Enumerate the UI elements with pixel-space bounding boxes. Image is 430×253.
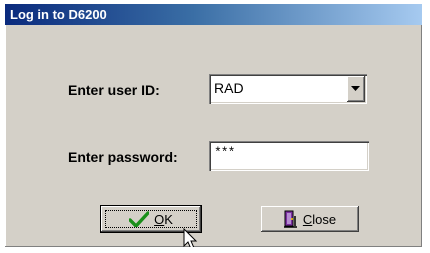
close-button-label: Close [302, 211, 337, 227]
user-id-value: RAD [214, 80, 244, 96]
password-value: *** [214, 145, 235, 160]
checkmark-icon [129, 211, 150, 227]
title-bar[interactable]: Log in to D6200 [5, 4, 422, 25]
user-id-dropdown-button[interactable] [347, 76, 365, 102]
window-title: Log in to D6200 [10, 7, 107, 22]
login-dialog: Log in to D6200 Enter user ID: RAD Enter… [5, 4, 422, 247]
user-id-combobox[interactable]: RAD [209, 74, 367, 104]
password-label: Enter password: [68, 149, 178, 165]
password-field[interactable]: *** [209, 141, 369, 171]
chevron-down-icon [351, 86, 360, 91]
mouse-pointer-icon [183, 228, 198, 247]
user-id-label: Enter user ID: [68, 82, 160, 98]
ok-button-label: OK [154, 211, 173, 227]
door-exit-icon [283, 210, 297, 228]
close-button[interactable]: Close [261, 206, 359, 232]
